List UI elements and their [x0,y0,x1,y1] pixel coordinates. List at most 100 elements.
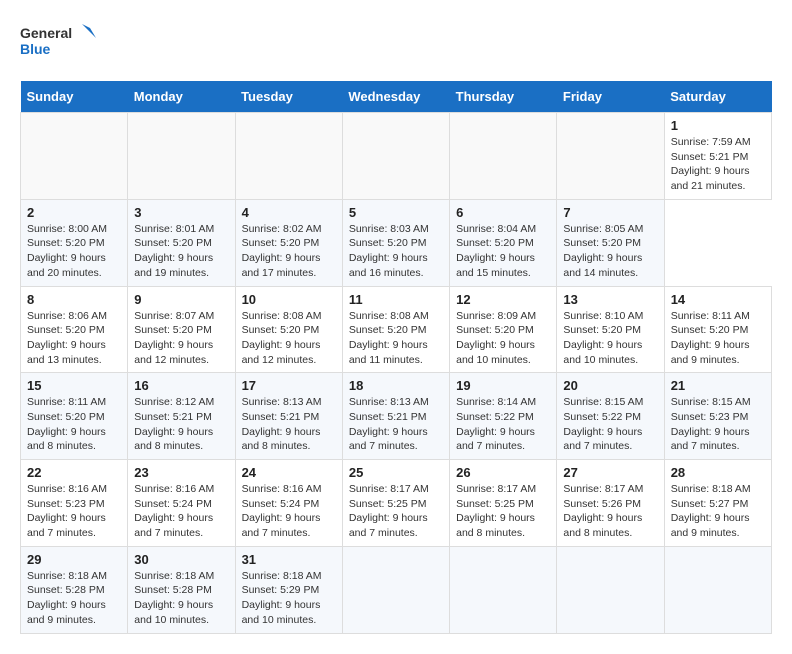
day-number: 15 [27,378,121,393]
col-header-monday: Monday [128,81,235,113]
day-info: Sunrise: 8:01 AM Sunset: 5:20 PM Dayligh… [134,222,228,281]
day-info: Sunrise: 8:11 AM Sunset: 5:20 PM Dayligh… [27,395,121,454]
svg-text:Blue: Blue [20,41,51,57]
day-info: Sunrise: 7:59 AM Sunset: 5:21 PM Dayligh… [671,135,765,194]
day-cell-28: 28Sunrise: 8:18 AM Sunset: 5:27 PM Dayli… [664,460,771,547]
day-cell-20: 20Sunrise: 8:15 AM Sunset: 5:22 PM Dayli… [557,373,664,460]
day-info: Sunrise: 8:15 AM Sunset: 5:22 PM Dayligh… [563,395,657,454]
day-info: Sunrise: 8:18 AM Sunset: 5:28 PM Dayligh… [27,569,121,628]
day-number: 14 [671,292,765,307]
day-cell-14: 14 Sunrise: 8:11 AM Sunset: 5:20 PM Dayli… [664,286,771,373]
day-cell-17: 17 Sunrise: 8:13 AM Sunset: 5:21 PM Dayli… [235,373,342,460]
day-info: Sunrise: 8:17 AM Sunset: 5:25 PM Dayligh… [349,482,443,541]
day-cell-22: 22Sunrise: 8:16 AM Sunset: 5:23 PM Dayli… [21,460,128,547]
logo: General Blue [20,20,100,65]
day-number: 2 [27,205,121,220]
day-cell-29: 29 Sunrise: 8:18 AM Sunset: 5:28 PM Dayli… [21,546,128,633]
day-info: Sunrise: 8:07 AM Sunset: 5:20 PM Dayligh… [134,309,228,368]
day-number: 26 [456,465,550,480]
week-row-1: 1Sunrise: 7:59 AM Sunset: 5:21 PM Daylig… [21,113,772,200]
day-cell-8: 8 Sunrise: 8:06 AM Sunset: 5:20 PM Daylig… [21,286,128,373]
day-cell-5: 5Sunrise: 8:03 AM Sunset: 5:20 PM Daylig… [342,199,449,286]
day-number: 30 [134,552,228,567]
day-number: 11 [349,292,443,307]
day-info: Sunrise: 8:10 AM Sunset: 5:20 PM Dayligh… [563,309,657,368]
day-number: 4 [242,205,336,220]
week-row-3: 8 Sunrise: 8:06 AM Sunset: 5:20 PM Daylig… [21,286,772,373]
day-info: Sunrise: 8:03 AM Sunset: 5:20 PM Dayligh… [349,222,443,281]
day-number: 7 [563,205,657,220]
col-header-wednesday: Wednesday [342,81,449,113]
day-number: 3 [134,205,228,220]
day-number: 10 [242,292,336,307]
day-cell-11: 11 Sunrise: 8:08 AM Sunset: 5:20 PM Dayli… [342,286,449,373]
day-info: Sunrise: 8:13 AM Sunset: 5:21 PM Dayligh… [349,395,443,454]
week-row-2: 2 Sunrise: 8:00 AM Sunset: 5:20 PM Daylig… [21,199,772,286]
day-number: 6 [456,205,550,220]
col-header-saturday: Saturday [664,81,771,113]
day-number: 18 [349,378,443,393]
day-info: Sunrise: 8:05 AM Sunset: 5:20 PM Dayligh… [563,222,657,281]
day-info: Sunrise: 8:16 AM Sunset: 5:24 PM Dayligh… [242,482,336,541]
day-number: 27 [563,465,657,480]
empty-cell [450,546,557,633]
empty-cell [128,113,235,200]
day-cell-19: 19Sunrise: 8:14 AM Sunset: 5:22 PM Dayli… [450,373,557,460]
day-cell-4: 4 Sunrise: 8:02 AM Sunset: 5:20 PM Daylig… [235,199,342,286]
day-number: 12 [456,292,550,307]
day-info: Sunrise: 8:06 AM Sunset: 5:20 PM Dayligh… [27,309,121,368]
col-header-thursday: Thursday [450,81,557,113]
empty-cell [21,113,128,200]
day-info: Sunrise: 8:09 AM Sunset: 5:20 PM Dayligh… [456,309,550,368]
day-cell-27: 27Sunrise: 8:17 AM Sunset: 5:26 PM Dayli… [557,460,664,547]
day-number: 25 [349,465,443,480]
day-cell-25: 25 Sunrise: 8:17 AM Sunset: 5:25 PM Dayli… [342,460,449,547]
day-info: Sunrise: 8:00 AM Sunset: 5:20 PM Dayligh… [27,222,121,281]
day-cell-12: 12 Sunrise: 8:09 AM Sunset: 5:20 PM Dayli… [450,286,557,373]
day-number: 24 [242,465,336,480]
day-cell-30: 30 Sunrise: 8:18 AM Sunset: 5:28 PM Dayli… [128,546,235,633]
empty-cell [557,546,664,633]
day-info: Sunrise: 8:17 AM Sunset: 5:25 PM Dayligh… [456,482,550,541]
day-number: 31 [242,552,336,567]
week-row-5: 22Sunrise: 8:16 AM Sunset: 5:23 PM Dayli… [21,460,772,547]
day-info: Sunrise: 8:13 AM Sunset: 5:21 PM Dayligh… [242,395,336,454]
day-cell-7: 7 Sunrise: 8:05 AM Sunset: 5:20 PM Daylig… [557,199,664,286]
empty-cell [342,113,449,200]
day-info: Sunrise: 8:18 AM Sunset: 5:29 PM Dayligh… [242,569,336,628]
empty-cell [557,113,664,200]
day-cell-15: 15 Sunrise: 8:11 AM Sunset: 5:20 PM Dayli… [21,373,128,460]
day-cell-16: 16Sunrise: 8:12 AM Sunset: 5:21 PM Dayli… [128,373,235,460]
day-info: Sunrise: 8:11 AM Sunset: 5:20 PM Dayligh… [671,309,765,368]
day-info: Sunrise: 8:08 AM Sunset: 5:20 PM Dayligh… [349,309,443,368]
day-number: 9 [134,292,228,307]
day-info: Sunrise: 8:08 AM Sunset: 5:20 PM Dayligh… [242,309,336,368]
day-number: 21 [671,378,765,393]
col-header-sunday: Sunday [21,81,128,113]
day-number: 23 [134,465,228,480]
empty-cell [342,546,449,633]
day-number: 13 [563,292,657,307]
calendar-table: SundayMondayTuesdayWednesdayThursdayFrid… [20,81,772,634]
day-number: 29 [27,552,121,567]
day-cell-10: 10 Sunrise: 8:08 AM Sunset: 5:20 PM Dayli… [235,286,342,373]
day-cell-1: 1Sunrise: 7:59 AM Sunset: 5:21 PM Daylig… [664,113,771,200]
day-cell-6: 6 Sunrise: 8:04 AM Sunset: 5:20 PM Daylig… [450,199,557,286]
day-info: Sunrise: 8:15 AM Sunset: 5:23 PM Dayligh… [671,395,765,454]
week-row-4: 15 Sunrise: 8:11 AM Sunset: 5:20 PM Dayli… [21,373,772,460]
day-info: Sunrise: 8:02 AM Sunset: 5:20 PM Dayligh… [242,222,336,281]
day-number: 17 [242,378,336,393]
col-header-tuesday: Tuesday [235,81,342,113]
day-info: Sunrise: 8:18 AM Sunset: 5:27 PM Dayligh… [671,482,765,541]
day-info: Sunrise: 8:18 AM Sunset: 5:28 PM Dayligh… [134,569,228,628]
header-row: SundayMondayTuesdayWednesdayThursdayFrid… [21,81,772,113]
week-row-6: 29 Sunrise: 8:18 AM Sunset: 5:28 PM Dayli… [21,546,772,633]
day-number: 16 [134,378,228,393]
day-info: Sunrise: 8:04 AM Sunset: 5:20 PM Dayligh… [456,222,550,281]
day-cell-26: 26 Sunrise: 8:17 AM Sunset: 5:25 PM Dayli… [450,460,557,547]
day-number: 8 [27,292,121,307]
day-cell-31: 31 Sunrise: 8:18 AM Sunset: 5:29 PM Dayli… [235,546,342,633]
empty-cell [664,546,771,633]
day-info: Sunrise: 8:16 AM Sunset: 5:24 PM Dayligh… [134,482,228,541]
day-number: 19 [456,378,550,393]
